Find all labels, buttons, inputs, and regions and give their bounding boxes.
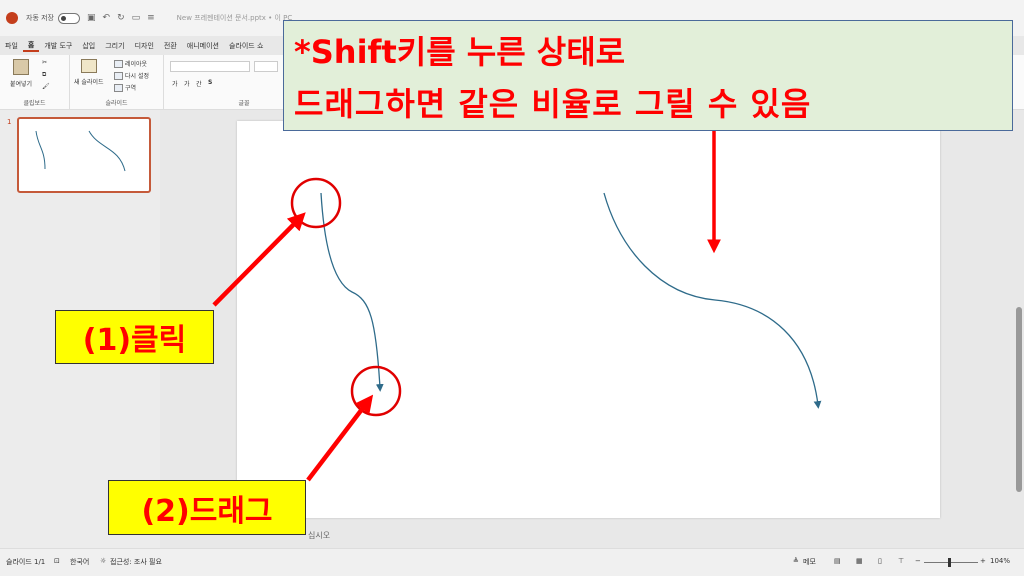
instruction-callout: *Shift키를 누른 상태로 드래그하면 같은 비율로 그릴 수 있음 <box>283 20 1013 131</box>
click-arrow <box>212 212 306 307</box>
slide-sorter-icon[interactable]: ▦ <box>856 557 863 565</box>
step1-label: (1)클릭 <box>55 310 214 364</box>
notes-icon[interactable]: ≜ <box>793 557 799 565</box>
drag-point-circle <box>350 365 402 417</box>
zoom-level[interactable]: 104% <box>990 557 1010 565</box>
reading-view-icon[interactable]: ▯ <box>878 557 882 565</box>
language-indicator[interactable]: 한국어 <box>70 557 89 567</box>
callout-line-2: 드래그하면 같은 비율로 그릴 수 있음 <box>294 85 812 123</box>
status-bar: 슬라이드 1/1 ⊡ 한국어 ☼ 접근성: 조사 필요 ≜ 메모 ▤ ▦ ▯ ⊤… <box>0 548 1024 576</box>
spellcheck-icon[interactable]: ⊡ <box>54 557 60 565</box>
zoom-out-icon[interactable]: − <box>915 557 921 565</box>
drag-arrow <box>306 394 374 482</box>
accessibility-icon: ☼ <box>100 557 107 565</box>
right-curve-shape <box>603 192 822 409</box>
callout-line-1: *Shift키를 누른 상태로 <box>294 33 626 71</box>
slide-count: 슬라이드 1/1 <box>6 558 46 566</box>
step2-label: (2)드래그 <box>108 480 306 535</box>
slideshow-icon[interactable]: ⊤ <box>898 557 904 565</box>
zoom-in-icon[interactable]: + <box>980 557 986 565</box>
normal-view-icon[interactable]: ▤ <box>834 557 841 565</box>
notes-button[interactable]: 메모 <box>803 557 816 567</box>
zoom-slider-thumb[interactable] <box>948 558 951 567</box>
accessibility-status[interactable]: 접근성: 조사 필요 <box>110 557 162 567</box>
zoom-slider[interactable] <box>924 562 978 563</box>
